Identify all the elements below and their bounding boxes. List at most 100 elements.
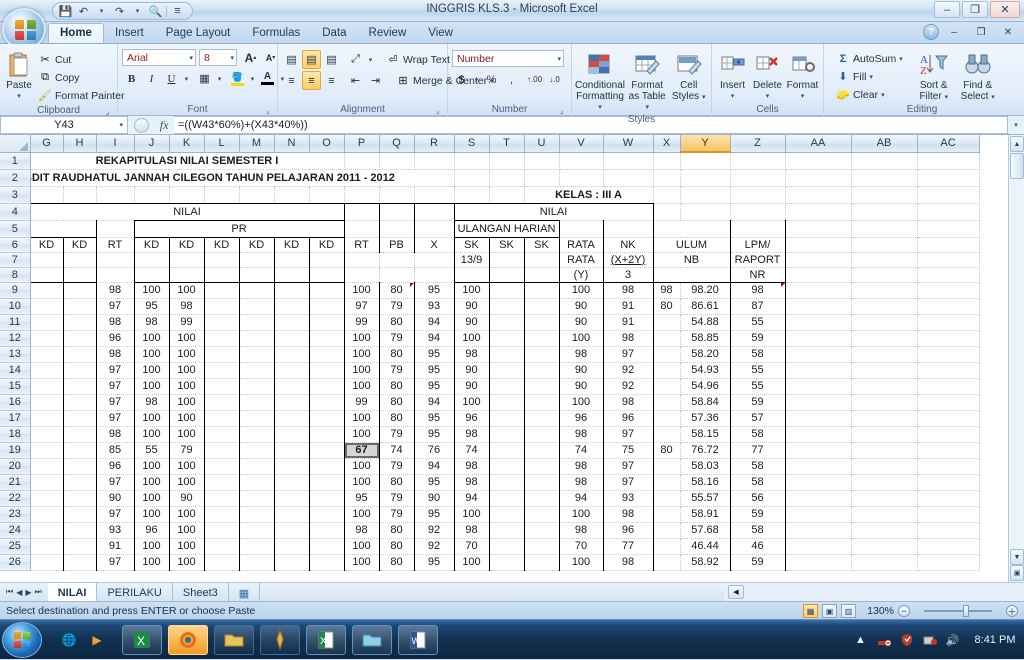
zoom-slider[interactable]	[914, 604, 1002, 618]
currency-button[interactable]: $	[452, 70, 471, 89]
cell-sk3[interactable]	[523, 442, 560, 459]
cell-x[interactable]: 94	[413, 314, 455, 331]
cell[interactable]	[308, 410, 345, 427]
cell-pb[interactable]: 79	[378, 362, 415, 379]
italic-button[interactable]: I	[142, 69, 161, 88]
network-icon[interactable]	[876, 633, 891, 648]
table-row[interactable]: 13 98 100 100 100 80 95 98 98 97 58.20 58	[0, 346, 980, 363]
cell-rt1[interactable]: 98	[95, 346, 135, 363]
cell-rt2[interactable]: 100	[343, 458, 380, 475]
cell-lpm[interactable]: 87	[729, 298, 786, 315]
cell[interactable]	[379, 252, 415, 268]
cell-sk2[interactable]	[488, 314, 525, 331]
cell-kd[interactable]: 100	[133, 458, 170, 475]
cell-kd[interactable]: 100	[168, 426, 205, 443]
header-blank[interactable]	[133, 267, 170, 283]
cell[interactable]	[851, 298, 918, 315]
scroll-up-arrow-icon[interactable]: ▲	[1010, 136, 1024, 152]
cell-lpm[interactable]: 77	[729, 442, 786, 459]
zoom-controls[interactable]: ▦ ▣ ▥ 130% − ＋	[803, 602, 1018, 620]
header-rata-3[interactable]: (Y)	[558, 267, 604, 283]
cell-rata[interactable]: 90	[558, 298, 604, 315]
table-row[interactable]: 20 96 100 100 100 79 94 98 98 97 58.03 58	[0, 458, 980, 475]
cell-rt1[interactable]: 97	[95, 378, 135, 395]
cell[interactable]	[851, 362, 918, 379]
cell-rt1[interactable]: 97	[95, 362, 135, 379]
cell-nk[interactable]: 92	[602, 378, 654, 395]
cell[interactable]	[851, 252, 918, 268]
cell[interactable]	[730, 169, 786, 187]
cell[interactable]	[785, 186, 852, 204]
column-header-AA[interactable]: AA	[785, 135, 852, 153]
column-header-S[interactable]: S	[454, 135, 490, 153]
row-header-3[interactable]: 3	[0, 186, 31, 204]
cell[interactable]	[785, 554, 852, 571]
header-blank[interactable]	[488, 267, 525, 283]
borders-dropdown-icon[interactable]: ▾	[215, 69, 224, 88]
close-button[interactable]: ✕	[990, 1, 1020, 18]
cell-ulum-a[interactable]	[652, 426, 681, 443]
sheet-table[interactable]: G H I J K L M N O P Q R S T U V W X Y Z AA AB AC 1 REKAPITULASI …	[0, 135, 980, 571]
view-page-break-button[interactable]: ▥	[841, 604, 856, 618]
table-row[interactable]: 8 (Y) 3 NR	[0, 267, 980, 283]
cell-lpm[interactable]: 59	[729, 554, 786, 571]
cell[interactable]	[851, 152, 918, 170]
cell[interactable]	[62, 458, 97, 475]
horizontal-scrollbar[interactable]: ◀	[724, 583, 1024, 601]
cell[interactable]	[785, 394, 852, 411]
column-header-O[interactable]: O	[309, 135, 345, 153]
cell[interactable]	[203, 282, 240, 299]
cell-pb[interactable]: 79	[378, 330, 415, 347]
cell-sk1[interactable]: 98	[453, 522, 490, 539]
cell[interactable]	[96, 252, 135, 268]
cell[interactable]	[344, 252, 380, 268]
cell[interactable]	[917, 538, 980, 555]
cell[interactable]	[917, 394, 980, 411]
column-header-X[interactable]: X	[653, 135, 681, 153]
cell[interactable]	[308, 554, 345, 571]
header-ulum-1[interactable]: ULUM	[652, 237, 731, 253]
cell[interactable]	[917, 298, 980, 315]
cell-kd[interactable]: 100	[168, 330, 205, 347]
cell-rt2[interactable]: 100	[343, 506, 380, 523]
cell[interactable]	[917, 252, 980, 268]
cell[interactable]	[238, 442, 275, 459]
cell[interactable]	[273, 346, 310, 363]
cell[interactable]	[273, 426, 310, 443]
cell[interactable]	[851, 410, 918, 427]
cell-rt2[interactable]: 100	[343, 538, 380, 555]
header-nilai-left[interactable]: NILAI	[29, 202, 345, 221]
cell-pb[interactable]: 79	[378, 298, 415, 315]
cell[interactable]	[917, 152, 980, 170]
cell-rt2[interactable]: 100	[343, 410, 380, 427]
cell[interactable]	[785, 378, 852, 395]
cell[interactable]	[238, 506, 275, 523]
cell-nk[interactable]: 98	[602, 282, 654, 299]
cell[interactable]	[851, 538, 918, 555]
header-blank[interactable]	[168, 252, 205, 268]
vertical-scrollbar[interactable]: ▲ ▼ ▣	[1008, 135, 1024, 582]
cell-rt1[interactable]: 98	[95, 282, 135, 299]
format-cells-dropdown-icon[interactable]: ▾	[801, 92, 805, 100]
cell[interactable]	[917, 346, 980, 363]
cell-x[interactable]: 94	[413, 330, 455, 347]
cell-sk2[interactable]	[488, 458, 525, 475]
fill-dropdown-icon[interactable]: ▾	[869, 73, 873, 81]
class-label[interactable]: KELAS : III A	[524, 186, 654, 204]
header-blank[interactable]	[558, 220, 604, 238]
cell-rata[interactable]: 98	[558, 474, 604, 491]
cell[interactable]	[62, 490, 97, 507]
cell-kd[interactable]: 100	[168, 506, 205, 523]
cell[interactable]	[273, 362, 310, 379]
cell-rt2[interactable]: 100	[343, 426, 380, 443]
cell[interactable]	[785, 458, 852, 475]
header-nk-3[interactable]: 3	[602, 267, 654, 283]
cell-sk1[interactable]: 100	[453, 394, 490, 411]
header-kd[interactable]: KD	[238, 236, 275, 253]
cell-sk1[interactable]: 96	[453, 410, 490, 427]
column-header-R[interactable]: R	[414, 135, 455, 153]
cell-nk[interactable]: 75	[602, 442, 654, 459]
cell-sk1[interactable]: 90	[453, 362, 490, 379]
row-header-12[interactable]: 12	[0, 330, 31, 347]
header-blank[interactable]	[203, 252, 240, 268]
